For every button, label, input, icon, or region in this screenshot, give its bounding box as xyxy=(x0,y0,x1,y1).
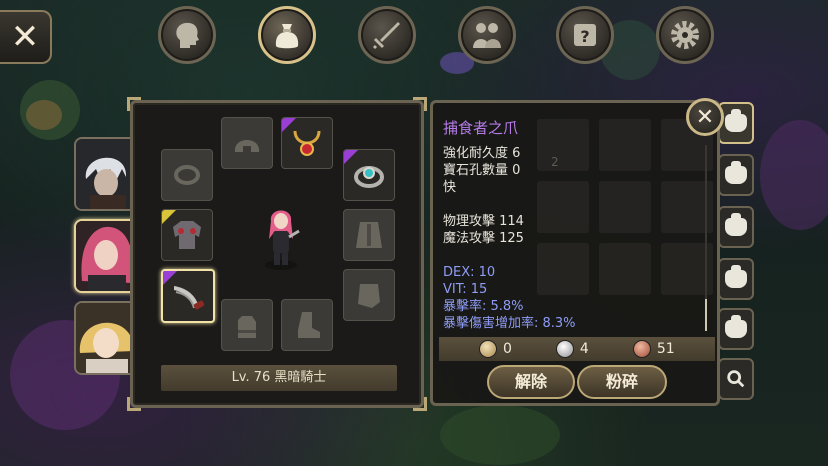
slot-ring[interactable] xyxy=(343,149,395,201)
character-level-label: Lv. 76 黑暗騎士 xyxy=(161,365,397,391)
slot-belt[interactable] xyxy=(343,269,395,321)
bag-icon xyxy=(275,24,299,49)
side-tab-bag-4[interactable] xyxy=(718,258,754,300)
currency-silver-value: 4 xyxy=(579,341,589,357)
side-tab-bag-2[interactable] xyxy=(718,154,754,196)
copper-coin-icon xyxy=(632,340,651,358)
cloak-icon xyxy=(356,222,382,248)
side-tab-search[interactable] xyxy=(718,358,754,400)
tab-character[interactable] xyxy=(158,6,216,64)
tab-settings[interactable] xyxy=(656,6,714,64)
currency-bar: 0 4 51 xyxy=(439,337,715,361)
frame-corner xyxy=(127,97,141,111)
boots-icon xyxy=(298,312,320,338)
tab-party[interactable] xyxy=(458,6,516,64)
currency-silver: 4 xyxy=(555,340,589,358)
svg-text:?: ? xyxy=(580,27,589,46)
currency-copper: 51 xyxy=(632,340,675,358)
shatter-button[interactable]: 粉碎 xyxy=(577,365,667,399)
inventory-slot-bg xyxy=(599,181,651,233)
inventory-slot-bg xyxy=(599,243,651,295)
avatar xyxy=(76,303,138,373)
earring-icon xyxy=(174,165,200,185)
bag-icon xyxy=(725,109,747,132)
item-sockets: 寶石孔數量 0 xyxy=(443,163,521,178)
frame-corner xyxy=(413,397,427,411)
character-model xyxy=(251,203,311,273)
inventory-slot-bg xyxy=(537,243,589,295)
settings-gear-icon xyxy=(671,21,699,49)
item-stat-crit-damage: 暴擊傷害增加率: 8.3% xyxy=(443,316,576,331)
background-nest xyxy=(26,100,62,130)
slot-necklace[interactable] xyxy=(281,117,333,169)
bag-icon xyxy=(725,213,747,236)
close-button[interactable]: ✕ xyxy=(0,10,52,64)
necklace-icon xyxy=(293,130,321,156)
slot-armor[interactable] xyxy=(161,209,213,261)
tab-inventory[interactable] xyxy=(258,6,316,64)
currency-gold: 0 xyxy=(479,340,512,358)
slot-weapon[interactable] xyxy=(161,269,215,323)
item-speed: 快 xyxy=(443,180,457,195)
bag-icon xyxy=(725,315,747,338)
background-foliage xyxy=(440,405,560,465)
slot-cloak[interactable] xyxy=(343,209,395,261)
slot-earring[interactable] xyxy=(161,149,213,201)
side-tab-bag-1[interactable] xyxy=(718,102,754,144)
item-stat-crit-rate: 暴擊率: 5.8% xyxy=(443,299,524,314)
inventory-ghost-count: 2 xyxy=(551,155,559,169)
frame-corner xyxy=(413,97,427,111)
slot-helmet[interactable] xyxy=(221,117,273,169)
gloves-icon xyxy=(238,316,256,338)
tab-quests[interactable]: ? xyxy=(556,6,614,64)
inventory-slot-bg xyxy=(599,119,651,171)
item-name: 捕食者之爪 xyxy=(443,119,519,137)
inventory-slot-bg xyxy=(537,119,589,171)
bag-icon xyxy=(725,161,747,184)
scrollbar-thumb[interactable] xyxy=(705,299,707,331)
slot-gloves[interactable] xyxy=(221,299,273,351)
ring-icon xyxy=(354,166,384,188)
item-stat-vit: VIT: 15 xyxy=(443,282,488,297)
bag-icon xyxy=(725,265,747,288)
item-info-scrollbar[interactable] xyxy=(705,145,707,331)
item-info-panel: 2 捕食者之爪 強化耐久度 6 寶石孔數量 0 快 物理攻擊 114 魔法攻擊 … xyxy=(430,100,720,406)
item-physical-attack: 物理攻擊 114 xyxy=(443,214,524,229)
claw-icon xyxy=(174,286,205,310)
item-durability: 強化耐久度 6 xyxy=(443,146,521,161)
party-icon xyxy=(473,23,501,48)
item-info-close-button[interactable]: ✕ xyxy=(686,98,724,136)
inventory-slot-bg xyxy=(537,181,589,233)
search-icon xyxy=(727,370,745,388)
avatar xyxy=(76,139,138,209)
gold-coin-icon xyxy=(479,340,497,358)
head-icon xyxy=(176,22,199,48)
currency-copper-value: 51 xyxy=(656,341,675,357)
quest-scroll-icon: ? xyxy=(574,24,596,46)
slot-boots[interactable] xyxy=(281,299,333,351)
helmet-icon xyxy=(234,140,260,152)
item-magic-attack: 魔法攻擊 125 xyxy=(443,231,524,246)
unequip-button[interactable]: 解除 xyxy=(487,365,575,399)
sword-icon xyxy=(372,22,400,50)
item-stat-dex: DEX: 10 xyxy=(443,265,496,280)
avatar xyxy=(76,221,138,291)
armor-icon xyxy=(173,221,201,249)
belt-icon xyxy=(358,284,380,308)
tab-skills[interactable] xyxy=(358,6,416,64)
side-tab-bag-5[interactable] xyxy=(718,308,754,350)
frame-corner xyxy=(127,397,141,411)
equipment-panel: Lv. 76 黑暗騎士 xyxy=(127,97,427,411)
side-tab-bag-3[interactable] xyxy=(718,206,754,248)
silver-coin-icon xyxy=(555,340,574,358)
background-flowers xyxy=(760,120,828,230)
currency-gold-value: 0 xyxy=(503,341,512,357)
